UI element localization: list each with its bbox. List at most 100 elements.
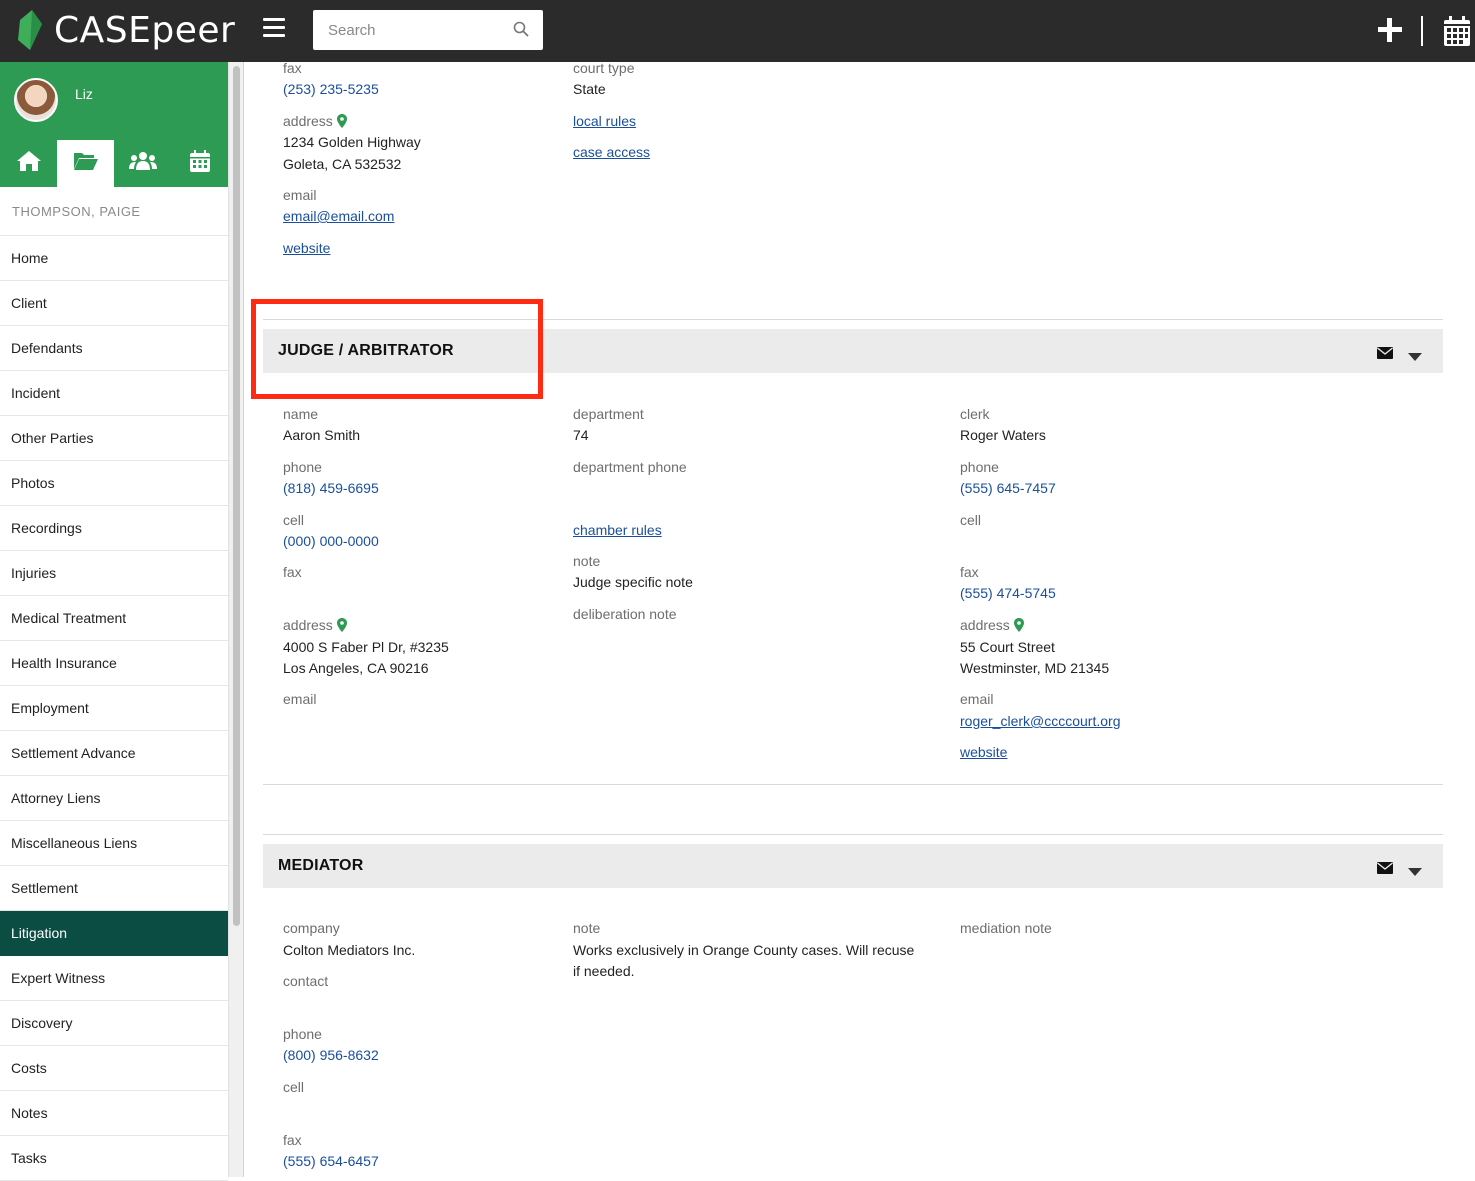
clerk-cell-label: cell <box>960 512 982 528</box>
app-name: CASEpeer <box>54 9 236 51</box>
judge-phone-link[interactable]: (818) 459-6695 <box>283 480 379 496</box>
home-icon <box>16 150 42 177</box>
judge-cell-link[interactable]: (000) 000-0000 <box>283 533 379 549</box>
mediator-note-label: note <box>573 920 601 936</box>
clerk-address-line2: Westminster, MD 21345 <box>960 660 1110 676</box>
judge-email-label: email <box>283 691 317 707</box>
chamber-rules-link[interactable]: chamber rules <box>573 522 662 538</box>
mediator-fax-link[interactable]: (555) 654-6457 <box>283 1153 379 1169</box>
avatar[interactable] <box>14 78 58 122</box>
calendar-small-icon <box>189 150 210 177</box>
department-phone-label: department phone <box>573 459 687 475</box>
court-type-value: State <box>573 81 606 97</box>
envelope-icon[interactable] <box>1377 346 1393 364</box>
clerk-phone-label: phone <box>960 459 999 475</box>
sidebar-item-notes[interactable]: Notes <box>0 1091 228 1136</box>
mediator-phone-label: phone <box>283 1026 322 1042</box>
mediator-fax-label: fax <box>283 1132 302 1148</box>
toolbar-divider <box>1421 16 1423 46</box>
section-divider <box>263 319 1443 320</box>
mediator-section-title: MEDIATOR <box>278 857 364 874</box>
judge-fax-label: fax <box>283 564 302 580</box>
judge-note-label: note <box>573 553 601 569</box>
clerk-fax-link[interactable]: (555) 474-5745 <box>960 585 1056 601</box>
hamburger-icon[interactable] <box>263 18 285 40</box>
search-icon[interactable] <box>513 21 529 42</box>
user-panel: Liz <box>0 62 228 187</box>
clerk-fax-label: fax <box>960 564 979 580</box>
sidebar-item-costs[interactable]: Costs <box>0 1046 228 1091</box>
sidebar-item-injuries[interactable]: Injuries <box>0 551 228 596</box>
logo-leaf-icon <box>16 10 46 50</box>
clerk-phone-link[interactable]: (555) 645-7457 <box>960 480 1056 496</box>
sidebar-menu: Home Client Defendants Incident Other Partie… <box>0 236 228 1181</box>
tab-home[interactable] <box>0 140 57 187</box>
mediator-company-label: company <box>283 920 340 936</box>
judge-note-value: Judge specific note <box>573 574 693 590</box>
department-label: department <box>573 406 644 422</box>
sidebar-item-home[interactable]: Home <box>0 236 228 281</box>
sidebar-item-settlement-advance[interactable]: Settlement Advance <box>0 731 228 776</box>
map-pin-icon[interactable] <box>336 618 347 632</box>
sidebar-scrollbar-thumb[interactable] <box>233 66 240 926</box>
sidebar-item-attorney-liens[interactable]: Attorney Liens <box>0 776 228 821</box>
sidebar-item-recordings[interactable]: Recordings <box>0 506 228 551</box>
sidebar-item-client[interactable]: Client <box>0 281 228 326</box>
local-rules-link[interactable]: local rules <box>573 113 636 129</box>
calendar-icon[interactable] <box>1443 15 1471 52</box>
court-address-line2: Goleta, CA 532532 <box>283 156 402 172</box>
sidebar-item-employment[interactable]: Employment <box>0 686 228 731</box>
sidebar-item-health-insurance[interactable]: Health Insurance <box>0 641 228 686</box>
map-pin-icon[interactable] <box>336 114 347 128</box>
search-input[interactable] <box>313 10 503 50</box>
case-name: THOMPSON, PAIGE <box>0 187 228 236</box>
sidebar-item-photos[interactable]: Photos <box>0 461 228 506</box>
plus-icon[interactable] <box>1376 16 1404 44</box>
sidebar-item-incident[interactable]: Incident <box>0 371 228 416</box>
court-address-line1: 1234 Golden Highway <box>283 134 421 150</box>
sidebar-item-other-parties[interactable]: Other Parties <box>0 416 228 461</box>
clerk-email-link[interactable]: roger_clerk@ccccourt.org <box>960 713 1121 729</box>
sidebar-item-settlement[interactable]: Settlement <box>0 866 228 911</box>
judge-phone-label: phone <box>283 459 322 475</box>
judge-section-header[interactable]: JUDGE / ARBITRATOR <box>263 329 1443 373</box>
mediator-phone-link[interactable]: (800) 956-8632 <box>283 1047 379 1063</box>
caret-down-icon[interactable] <box>1408 863 1422 881</box>
sidebar-scrollbar[interactable] <box>228 62 244 1177</box>
court-website-link[interactable]: website <box>283 240 330 256</box>
sidebar-item-discovery[interactable]: Discovery <box>0 1001 228 1046</box>
sidebar-item-tasks[interactable]: Tasks <box>0 1136 228 1181</box>
caret-down-icon[interactable] <box>1408 348 1422 366</box>
case-access-link[interactable]: case access <box>573 144 650 160</box>
map-pin-icon[interactable] <box>1013 618 1024 632</box>
main-content: fax (253) 235-5235 address 1234 Golden H… <box>244 62 1475 1177</box>
user-name[interactable]: Liz <box>75 86 93 102</box>
section-divider <box>263 784 1443 785</box>
section-divider <box>263 834 1443 835</box>
top-bar: CASEpeer <box>0 0 1475 62</box>
sidebar-item-litigation[interactable]: Litigation <box>0 911 228 956</box>
sidebar-item-medical-treatment[interactable]: Medical Treatment <box>0 596 228 641</box>
sidebar-item-expert-witness[interactable]: Expert Witness <box>0 956 228 1001</box>
sidebar-nav-tabs <box>0 140 228 187</box>
sidebar-item-miscellaneous-liens[interactable]: Miscellaneous Liens <box>0 821 228 866</box>
sidebar: Liz THOMPSON, PAIGE Home Client Defendan… <box>0 62 228 1181</box>
clerk-value: Roger Waters <box>960 427 1046 443</box>
tab-cases[interactable] <box>57 140 114 187</box>
clerk-email-label: email <box>960 691 994 707</box>
app-logo[interactable]: CASEpeer <box>16 8 235 52</box>
search-box <box>313 10 543 50</box>
clerk-website-link[interactable]: website <box>960 744 1007 760</box>
mediator-section-header[interactable]: MEDIATOR <box>263 844 1443 888</box>
tab-calendar[interactable] <box>171 140 228 187</box>
tab-contacts[interactable] <box>114 140 171 187</box>
court-fax-link[interactable]: (253) 235-5235 <box>283 81 379 97</box>
envelope-icon[interactable] <box>1377 861 1393 879</box>
judge-section-title: JUDGE / ARBITRATOR <box>278 342 454 359</box>
court-email-link[interactable]: email@email.com <box>283 208 394 224</box>
court-type-label: court type <box>573 62 635 76</box>
sidebar-item-defendants[interactable]: Defendants <box>0 326 228 371</box>
mediator-note-line2: if needed. <box>573 963 635 979</box>
court-address-label: address <box>283 113 347 129</box>
judge-name-label: name <box>283 406 319 422</box>
